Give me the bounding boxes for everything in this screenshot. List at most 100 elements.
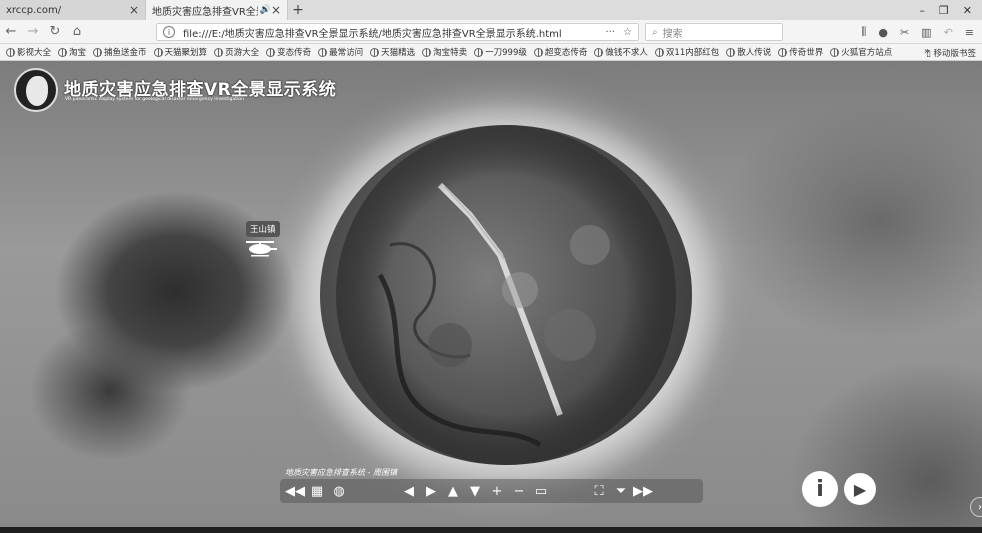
browser-window: xrccp.com/ × 地质灾害应急排查VR全景显示系 🔊 × + – ❐ ✕… — [0, 0, 982, 533]
tab-bar: xrccp.com/ × 地质灾害应急排查VR全景显示系 🔊 × + – ❐ ✕ — [0, 0, 982, 20]
globe-icon — [153, 47, 163, 57]
bookmark-label: 双11内部红包 — [665, 48, 720, 58]
toolbar-right: ⫼ ● ✂ ▥ ↶ ≡ — [861, 22, 974, 42]
maximize-button[interactable]: ❐ — [939, 4, 949, 17]
bookmark-item[interactable]: 传奇世界 — [778, 46, 823, 58]
minus-icon[interactable]: − — [508, 480, 530, 502]
globe-icon — [58, 47, 68, 57]
tab-title: xrccp.com/ — [6, 4, 62, 16]
address-bar[interactable]: i file:///E:/地质灾害应急排查VR全景显示系统/地质灾害应急排查VR… — [156, 23, 639, 41]
library-icon[interactable]: ⫼ — [861, 25, 866, 39]
info-button[interactable]: i — [802, 471, 838, 507]
helicopter-icon[interactable] — [242, 237, 278, 259]
bookmark-label: 最常访问 — [329, 48, 364, 58]
bookmark-label: 一刀999级 — [485, 48, 527, 58]
bookmark-item[interactable]: 散人传说 — [726, 46, 771, 58]
search-placeholder: 搜索 — [662, 28, 683, 40]
bookmark-item[interactable]: 天猫聚划算 — [153, 46, 208, 58]
star-icon[interactable]: ☆ — [623, 27, 632, 38]
arrow-right-icon[interactable]: ▶ — [420, 480, 442, 502]
edge-button[interactable]: › — [970, 497, 982, 517]
arrow-down-icon[interactable]: ▼ — [464, 480, 486, 502]
scene-caption: 地质灾害应急排查系统 - 周围镇 — [285, 468, 397, 477]
bookmark-item[interactable]: 变态传奇 — [266, 46, 311, 58]
forward-icon[interactable]: → — [22, 21, 44, 43]
bookmark-item[interactable]: 超变态传奇 — [533, 46, 588, 58]
arrow-left-icon[interactable]: ◀ — [398, 480, 420, 502]
mobile-bookmarks-link[interactable]: ▯ 移动版书签 — [926, 47, 976, 59]
bookmark-label: 火狐官方站点 — [841, 48, 893, 58]
hotspot-label[interactable]: 王山镇 — [246, 221, 280, 237]
reload-icon[interactable]: ↻ — [44, 21, 66, 43]
globe-icon — [654, 47, 664, 57]
globe-icon — [474, 47, 484, 57]
bookmark-label: 天猫聚划算 — [164, 48, 208, 58]
panorama-viewer[interactable]: 地质灾害应急排查VR全景显示系统 VR panoramic display sy… — [0, 61, 982, 533]
globe-icon — [594, 47, 604, 57]
bookmark-item[interactable]: 最常访问 — [318, 46, 363, 58]
fullscreen-icon[interactable]: ⛶ — [588, 480, 610, 502]
undo-icon[interactable]: ↶ — [944, 26, 953, 39]
bookmark-item[interactable]: 淘宝 — [58, 46, 86, 58]
globe-icon — [370, 47, 380, 57]
url-text: file:///E:/地质灾害应急排查VR全景显示系统/地质灾害应急排查VR全景… — [183, 28, 562, 40]
search-input[interactable]: ⌕ 搜索 — [645, 23, 783, 41]
os-taskbar — [0, 527, 982, 533]
bookmark-item[interactable]: 火狐官方站点 — [830, 46, 892, 58]
bookmark-item[interactable]: 捕鱼送金币 — [93, 46, 147, 58]
globe-icon — [266, 47, 276, 57]
hide-icon[interactable]: ⏷ — [610, 480, 632, 502]
globe-icon[interactable]: ◍ — [328, 480, 350, 502]
bookmark-item[interactable]: 做钱不求人 — [594, 46, 648, 58]
bookmark-label: 散人传说 — [737, 48, 772, 58]
rewind-icon[interactable]: ◀◀ — [284, 480, 306, 502]
play-button[interactable]: ▶ — [844, 473, 876, 505]
bookmark-label: 捕鱼送金币 — [104, 48, 147, 58]
bookmark-item[interactable]: 天猫精选 — [370, 46, 415, 58]
close-icon[interactable]: × — [129, 3, 139, 17]
globe-icon — [422, 47, 432, 57]
bookmark-label: 超变态传奇 — [544, 48, 588, 58]
navigation-bar: ← → ↻ ⌂ i file:///E:/地质灾害应急排查VR全景显示系统/地质… — [0, 20, 982, 44]
bookmark-label: 页游大全 — [225, 48, 260, 58]
page-actions-icon[interactable]: ··· — [605, 27, 615, 38]
tab-vr-system[interactable]: 地质灾害应急排查VR全景显示系 🔊 × — [146, 0, 288, 20]
chat-icon[interactable]: ● — [878, 26, 888, 39]
close-icon[interactable]: × — [271, 3, 281, 17]
bookmark-item[interactable]: 页游大全 — [214, 46, 259, 58]
arrow-up-icon[interactable]: ▲ — [442, 480, 464, 502]
globe-icon — [533, 47, 543, 57]
bookmark-item[interactable]: 影视大全 — [6, 46, 51, 58]
bookmark-label: 传奇世界 — [789, 48, 824, 58]
tab-xrccp[interactable]: xrccp.com/ × — [0, 0, 146, 20]
bookmark-label: 天猫精选 — [381, 48, 416, 58]
menu-icon[interactable]: ≡ — [965, 26, 974, 39]
new-tab-button[interactable]: + — [288, 0, 308, 20]
info-icon[interactable]: i — [163, 26, 175, 38]
fast-forward-icon[interactable]: ▶▶ — [632, 480, 654, 502]
tiny-planet-panorama[interactable] — [320, 125, 692, 465]
plus-icon[interactable]: + — [486, 480, 508, 502]
bookmark-item[interactable]: 一刀999级 — [474, 46, 527, 58]
grid-icon[interactable]: ▦ — [306, 480, 328, 502]
screenshot-icon[interactable]: ✂ — [900, 26, 909, 39]
bookmark-item[interactable]: 淘宝特卖 — [422, 46, 467, 58]
sidebar-icon[interactable]: ▥ — [921, 26, 931, 39]
bookmark-label: 变态传奇 — [277, 48, 312, 58]
bookmark-item[interactable]: 双11内部红包 — [654, 46, 720, 58]
speaker-icon[interactable]: 🔊 — [260, 5, 271, 15]
bookmark-label: 影视大全 — [17, 48, 52, 58]
globe-icon — [214, 47, 224, 57]
bookmark-label: 做钱不求人 — [605, 48, 648, 58]
home-icon[interactable]: ⌂ — [66, 21, 88, 43]
bookmark-label: 淘宝 — [69, 48, 87, 58]
globe-icon — [318, 47, 328, 57]
close-window-button[interactable]: ✕ — [963, 4, 972, 17]
minimize-button[interactable]: – — [919, 4, 925, 17]
vr-glasses-icon[interactable]: ▭ — [530, 480, 552, 502]
globe-icon — [830, 47, 840, 57]
bookmarks-bar: 影视大全 淘宝 捕鱼送金币 天猫聚划算 页游大全 变态传奇 最常访问 天猫精选 淘宝特卖 一刀99… — [0, 44, 982, 61]
back-icon[interactable]: ← — [0, 21, 22, 43]
globe-icon — [6, 47, 15, 57]
globe-icon — [726, 47, 736, 57]
